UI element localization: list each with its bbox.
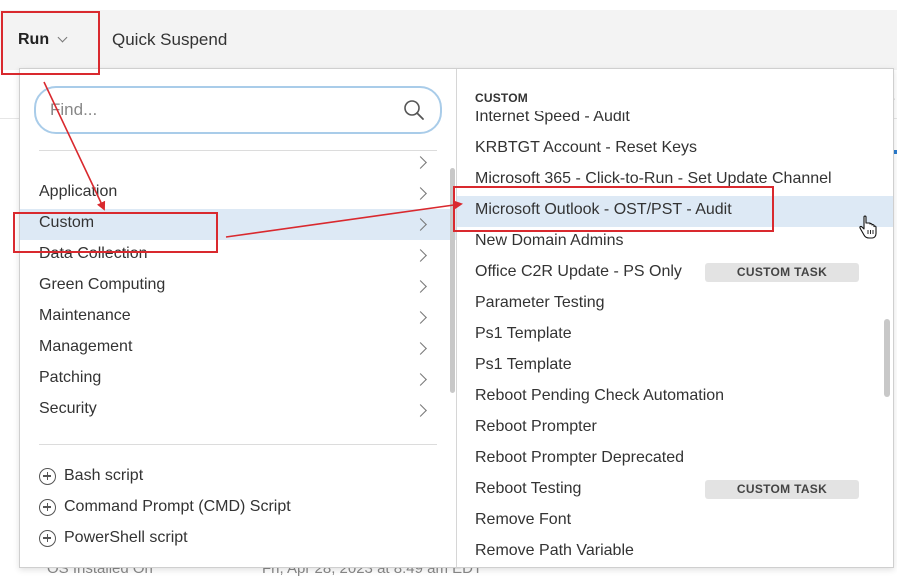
annotation-box-custom [13,212,218,253]
annotation-box-run [1,11,100,75]
category-item-security[interactable]: Security [20,395,456,422]
category-pane: Application Custom Data Collection Green… [20,69,457,567]
task-item[interactable]: Ps1 Template [457,320,893,351]
category-item[interactable] [20,153,456,178]
task-label: Reboot Prompter [475,418,597,435]
task-item[interactable]: Reboot Prompter Deprecated [457,444,893,475]
task-label: New Domain Admins [475,232,624,249]
run-dropdown-menu: Application Custom Data Collection Green… [19,68,894,568]
category-item-patching[interactable]: Patching [20,364,456,395]
category-list: Application Custom Data Collection Green… [20,153,456,422]
chevron-right-icon [414,187,427,200]
task-item[interactable]: Remove Font [457,506,893,537]
custom-task-badge: CUSTOM TASK [705,263,859,282]
task-label: Ps1 Template [475,356,572,373]
task-item[interactable]: Ps1 Template [457,351,893,382]
chevron-right-icon [414,404,427,417]
task-label: KRBTGT Account - Reset Keys [475,139,698,156]
task-section-header: CUSTOM [475,91,528,105]
task-item[interactable]: Reboot Prompter [457,413,893,444]
add-bash-script-button[interactable]: Bash script [39,464,143,488]
chevron-right-icon [414,156,427,169]
search-field[interactable] [34,86,442,134]
task-item[interactable]: Internet Speed - Audit [457,111,893,134]
task-label: Reboot Pending Check Automation [475,387,725,404]
chevron-right-icon [414,373,427,386]
category-label: Security [39,400,97,417]
task-label: Ps1 Template [475,325,572,342]
task-label: Reboot Prompter Deprecated [475,449,684,466]
task-list: Internet Speed - Audit KRBTGT Account - … [457,111,893,556]
category-label: Maintenance [39,307,131,324]
task-item[interactable]: Remove Path Variable [457,537,893,556]
task-scrollbar-thumb[interactable] [884,319,890,397]
chevron-right-icon [414,249,427,262]
task-item[interactable]: Office C2R Update - PS Only CUSTOM TASK [457,258,893,289]
search-icon[interactable] [403,99,425,121]
add-powershell-script-button[interactable]: PowerShell script [39,526,188,550]
annotation-box-outlook-task [453,186,774,232]
task-label: Internet Speed - Audit [475,111,630,125]
script-label: PowerShell script [64,529,188,546]
category-item-green-computing[interactable]: Green Computing [20,271,456,302]
plus-circle-icon [39,529,56,547]
script-label: Command Prompt (CMD) Script [64,498,291,515]
category-label: Management [39,338,133,355]
plus-circle-icon [39,498,56,516]
plus-circle-icon [39,467,56,485]
category-item-maintenance[interactable]: Maintenance [20,302,456,333]
category-label: Green Computing [39,276,166,293]
task-item[interactable]: Reboot Pending Check Automation [457,382,893,413]
task-label: Office C2R Update - PS Only [475,263,682,280]
task-label: Reboot Testing [475,480,582,497]
category-item-application[interactable]: Application [20,178,456,209]
task-label: Parameter Testing [475,294,605,311]
divider [39,150,437,151]
divider [39,444,437,445]
category-label: Patching [39,369,102,386]
chevron-right-icon [414,218,427,231]
chevron-right-icon [414,311,427,324]
task-label: Remove Font [475,511,572,528]
task-item[interactable]: Parameter Testing [457,289,893,320]
category-item-management[interactable]: Management [20,333,456,364]
task-label: Remove Path Variable [475,542,634,556]
search-input[interactable] [50,98,380,122]
add-cmd-script-button[interactable]: Command Prompt (CMD) Script [39,495,291,519]
quick-suspend-button[interactable]: Quick Suspend [112,29,227,51]
script-label: Bash script [64,467,144,484]
category-label: Application [39,183,118,200]
task-item[interactable]: KRBTGT Account - Reset Keys [457,134,893,165]
task-pane: CUSTOM Internet Speed - Audit KRBTGT Acc… [457,69,893,567]
chevron-right-icon [414,342,427,355]
custom-task-badge: CUSTOM TASK [705,480,859,499]
chevron-right-icon [414,280,427,293]
task-item[interactable]: Reboot Testing CUSTOM TASK [457,475,893,506]
hand-cursor-icon [859,215,877,239]
